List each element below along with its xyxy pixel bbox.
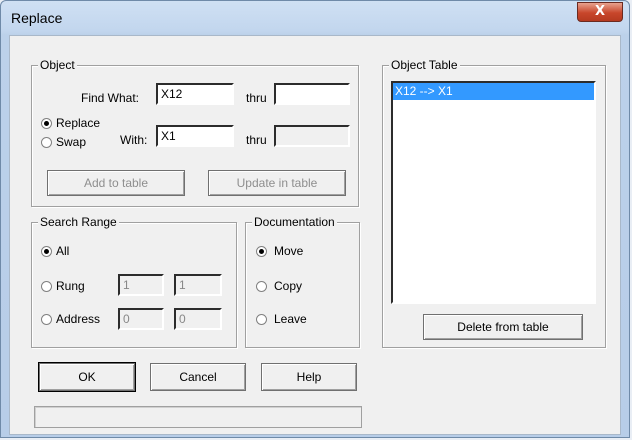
copy-radio[interactable] [256, 281, 267, 292]
address-from-input[interactable] [118, 308, 164, 330]
copy-label: Copy [274, 279, 303, 293]
with-label: With: [120, 133, 148, 147]
thru-input-1[interactable] [274, 83, 350, 105]
replace-radio[interactable] [41, 118, 52, 129]
move-label: Move [274, 244, 304, 258]
swap-radio[interactable] [41, 137, 52, 148]
find-what-label: Find What: [81, 91, 140, 105]
thru-input-2[interactable] [274, 125, 350, 147]
help-button[interactable]: Help [261, 363, 357, 391]
rung-radio[interactable] [41, 281, 52, 292]
replace-dialog: Replace X Object Find What: thru Replace… [0, 0, 630, 438]
leave-label: Leave [274, 312, 307, 326]
rung-to-input[interactable] [174, 274, 222, 296]
all-label: All [56, 244, 70, 258]
delete-from-table-button[interactable]: Delete from table [423, 314, 583, 340]
close-icon: X [594, 4, 606, 19]
address-label: Address [56, 312, 101, 326]
update-in-table-button[interactable]: Update in table [208, 170, 346, 196]
address-to-input[interactable] [174, 308, 222, 330]
leave-radio[interactable] [256, 314, 267, 325]
all-radio[interactable] [41, 246, 52, 257]
object-table-list[interactable]: X12 --> X1 [391, 81, 596, 304]
thru-label-1: thru [246, 91, 267, 105]
rung-from-input[interactable] [118, 274, 164, 296]
address-radio[interactable] [41, 314, 52, 325]
add-to-table-button[interactable]: Add to table [47, 170, 185, 196]
find-what-input[interactable] [156, 83, 234, 105]
dialog-client-area: Object Find What: thru Replace Swap With… [9, 35, 621, 435]
object-table-group-label: Object Table [389, 58, 460, 72]
close-button[interactable]: X [577, 2, 623, 22]
rung-label: Rung [56, 279, 85, 293]
object-group-label: Object [38, 58, 77, 72]
thru-label-2: thru [246, 133, 267, 147]
swap-label: Swap [56, 135, 87, 149]
ok-button[interactable]: OK [39, 363, 135, 391]
with-input[interactable] [156, 125, 234, 147]
replace-label: Replace [56, 116, 101, 130]
window-title: Replace [11, 10, 63, 26]
title-bar[interactable]: Replace X [1, 1, 629, 35]
search-range-group-label: Search Range [38, 215, 119, 229]
status-bar [34, 406, 362, 428]
cancel-button[interactable]: Cancel [150, 363, 246, 391]
documentation-group-label: Documentation [252, 215, 337, 229]
move-radio[interactable] [256, 246, 267, 257]
list-item[interactable]: X12 --> X1 [393, 83, 594, 100]
